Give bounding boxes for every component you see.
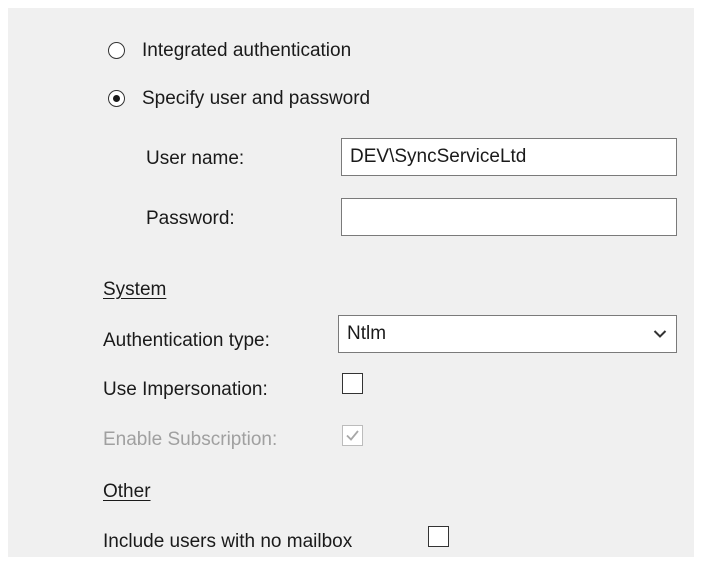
impersonation-checkbox[interactable] — [342, 373, 363, 394]
no-mailbox-label: Include users with no mailbox — [103, 531, 353, 552]
integrated-auth-label[interactable]: Integrated authentication — [142, 39, 351, 63]
canvas: Integrated authentication Specify user a… — [0, 0, 703, 565]
integrated-auth-radio[interactable] — [108, 42, 125, 59]
chevron-down-icon — [653, 330, 667, 338]
auth-type-label: Authentication type: — [103, 330, 270, 351]
impersonation-label: Use Impersonation: — [103, 379, 268, 400]
password-label: Password: — [146, 208, 235, 229]
username-input[interactable] — [341, 138, 677, 176]
username-label: User name: — [146, 148, 245, 169]
specify-credentials-label[interactable]: Specify user and password — [142, 87, 370, 111]
password-input[interactable] — [341, 198, 677, 236]
subscription-label: Enable Subscription: — [103, 429, 278, 450]
checkmark-icon — [346, 430, 359, 441]
settings-panel: Integrated authentication Specify user a… — [8, 8, 694, 557]
auth-type-value: Ntlm — [347, 323, 387, 344]
other-section-header: Other — [103, 481, 151, 502]
specify-credentials-radio[interactable] — [108, 90, 125, 107]
system-section-header: System — [103, 279, 167, 300]
radio-selected-dot — [112, 94, 120, 102]
subscription-checkbox — [342, 425, 363, 446]
no-mailbox-checkbox[interactable] — [428, 526, 449, 547]
auth-type-select[interactable]: Ntlm — [338, 315, 677, 353]
